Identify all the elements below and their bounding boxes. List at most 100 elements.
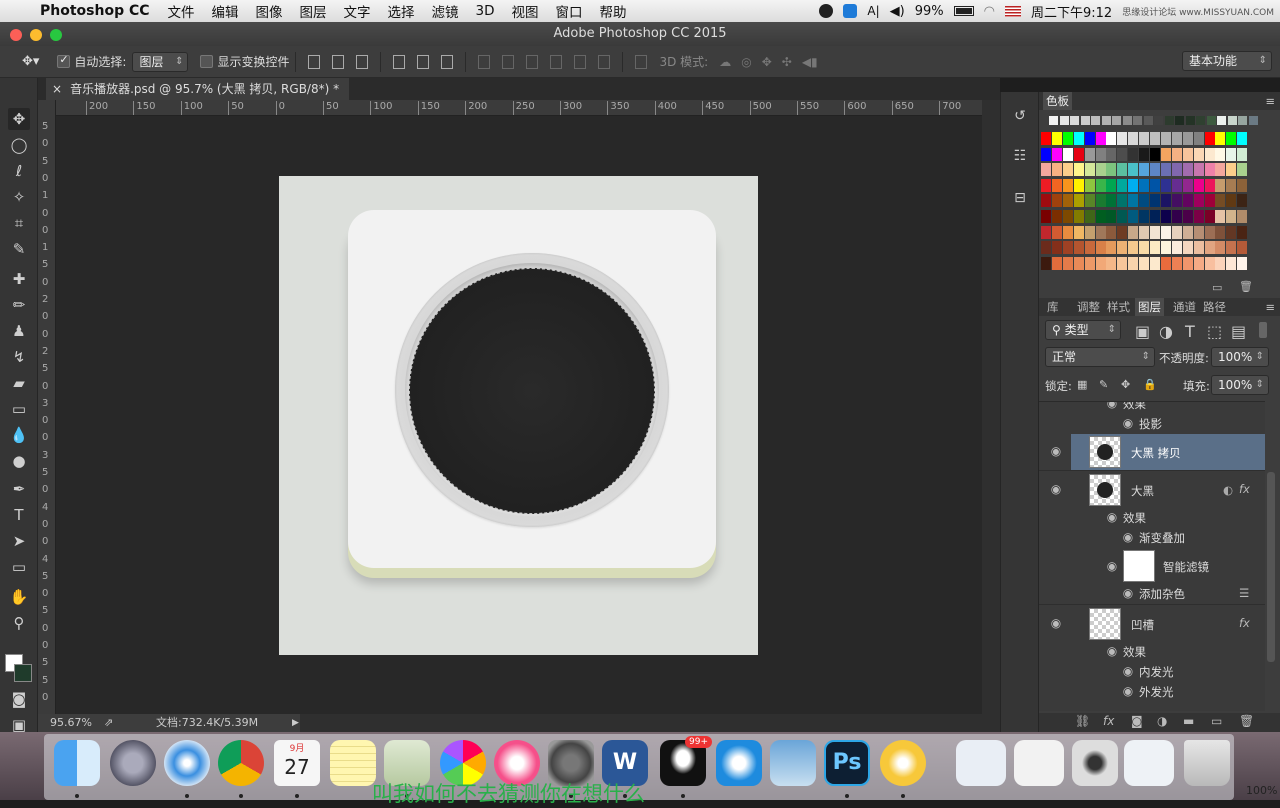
color-swatch[interactable] (1139, 241, 1150, 255)
color-swatch[interactable] (1150, 194, 1160, 208)
color-swatch[interactable] (1051, 178, 1062, 192)
color-swatch[interactable] (1182, 132, 1193, 145)
color-swatch[interactable] (1051, 225, 1062, 239)
menu-window[interactable]: 窗口 (556, 1, 583, 21)
color-swatch[interactable] (1073, 147, 1084, 161)
launchpad-icon[interactable] (110, 740, 156, 786)
filter-options-icon[interactable]: ☰ (1239, 586, 1249, 600)
color-swatch[interactable] (1095, 194, 1106, 208)
color-swatch[interactable] (1193, 241, 1204, 255)
color-swatch[interactable] (1106, 241, 1117, 255)
music-app-icon[interactable] (880, 740, 926, 786)
zoom-window-button[interactable] (50, 29, 62, 41)
color-swatch[interactable] (1106, 163, 1117, 177)
color-swatch[interactable] (1204, 178, 1215, 192)
color-swatch[interactable] (1150, 132, 1160, 145)
eye-icon[interactable]: ◉ (1121, 684, 1135, 698)
color-swatch[interactable] (1084, 210, 1095, 223)
color-swatch[interactable] (1150, 241, 1160, 255)
color-swatch[interactable] (1117, 147, 1128, 161)
color-swatch[interactable] (1051, 132, 1062, 145)
close-tab-icon[interactable]: × (52, 82, 62, 96)
status-app-icon[interactable] (819, 4, 834, 18)
notes-icon[interactable] (330, 740, 376, 786)
skype-icon[interactable] (843, 4, 858, 18)
fill-input[interactable]: 100% (1211, 375, 1269, 395)
vertical-ruler[interactable]: 5 0 5 0 1 0 0 1 5 0 2 0 0 2 5 0 3 0 0 3 5 0 4 0 0 4 5 0 5 0 0 5 5 0 (38, 100, 56, 714)
color-swatch[interactable] (1095, 178, 1106, 192)
color-swatch[interactable] (1117, 163, 1128, 177)
color-swatch[interactable] (1160, 194, 1171, 208)
layers-scrollbar[interactable] (1267, 472, 1275, 662)
color-swatch[interactable] (1193, 225, 1204, 239)
color-swatch[interactable] (1215, 256, 1226, 270)
align-hcenter-icon[interactable] (417, 54, 430, 69)
adjustment-layer-icon[interactable]: ◑ (1157, 714, 1167, 728)
tab-libraries[interactable]: 库 (1047, 298, 1059, 316)
layer-effects-row[interactable]: ◉ 效果 (1039, 508, 1265, 528)
gradient-tool-icon[interactable]: ▭ (8, 398, 30, 420)
align-top-icon[interactable] (308, 54, 321, 69)
color-swatch[interactable] (1171, 210, 1182, 223)
color-swatch[interactable] (1095, 132, 1106, 145)
new-swatch-icon[interactable]: ▭ (1212, 281, 1222, 294)
distribute-vcenter-icon[interactable] (502, 54, 515, 69)
color-swatch[interactable] (1041, 132, 1051, 145)
auto-select-checkbox[interactable] (57, 53, 71, 68)
color-swatch[interactable] (1237, 163, 1248, 177)
color-swatch[interactable] (1171, 147, 1182, 161)
color-swatch[interactable] (1237, 132, 1248, 145)
color-swatch[interactable] (1215, 225, 1226, 239)
menu-image[interactable]: 图像 (256, 1, 283, 21)
filter-adjustment-icon[interactable]: ◑ (1159, 322, 1173, 341)
calendar-icon[interactable]: 9月 27 (274, 740, 320, 786)
color-swatch[interactable] (1128, 147, 1139, 161)
pen-tool-icon[interactable]: ✒ (8, 478, 30, 500)
input-method-icon[interactable]: A| (867, 4, 879, 18)
wifi-icon[interactable]: ◠ (984, 4, 995, 19)
color-swatch[interactable] (1160, 241, 1171, 255)
color-swatch[interactable] (1095, 225, 1106, 239)
menu-filter[interactable]: 滤镜 (432, 1, 459, 21)
color-swatch[interactable] (1182, 194, 1193, 208)
color-swatch[interactable] (1160, 210, 1171, 223)
color-swatch[interactable] (1073, 241, 1084, 255)
move-tool-icon[interactable]: ✥ (8, 108, 30, 130)
menu-layer[interactable]: 图层 (300, 1, 327, 21)
color-swatch[interactable] (1215, 147, 1226, 161)
menu-edit[interactable]: 编辑 (212, 1, 239, 21)
3d-roll-icon[interactable]: ◎ (741, 55, 751, 69)
blur-tool-icon[interactable]: 💧 (8, 424, 30, 446)
color-swatch[interactable] (1182, 256, 1193, 270)
color-swatch[interactable] (1139, 163, 1150, 177)
minimize-window-button[interactable] (30, 29, 42, 41)
color-swatch[interactable] (1073, 163, 1084, 177)
color-swatch[interactable] (1128, 178, 1139, 192)
type-tool-icon[interactable]: T (8, 504, 30, 526)
quick-mask-icon[interactable]: ◙ (8, 688, 30, 710)
layer-name[interactable]: 大黑 (1131, 483, 1154, 499)
auto-select-dropdown[interactable]: 图层 (132, 51, 189, 72)
color-swatch[interactable] (1150, 163, 1160, 177)
color-swatch[interactable] (1171, 256, 1182, 270)
color-swatch[interactable] (1160, 225, 1171, 239)
distribute-top-icon[interactable] (478, 54, 491, 69)
eye-icon[interactable]: ◉ (1121, 530, 1135, 544)
chrome-icon[interactable] (218, 740, 264, 786)
color-swatch[interactable] (1084, 163, 1095, 177)
fx-badge[interactable]: fx (1239, 616, 1250, 630)
align-left-icon[interactable] (393, 54, 406, 69)
color-swatch[interactable] (1062, 256, 1073, 270)
eyedropper-tool-icon[interactable]: ✎ (8, 238, 30, 260)
new-layer-icon[interactable]: ▭ (1211, 714, 1222, 728)
tab-channels[interactable]: 通道 (1173, 298, 1196, 316)
smart-filter-row[interactable]: ◉ 智能滤镜 (1039, 548, 1265, 584)
3d-slide-icon[interactable]: ✣ (782, 55, 792, 69)
color-swatch[interactable] (1150, 225, 1160, 239)
color-swatch[interactable] (1204, 147, 1215, 161)
share-icon[interactable]: ⇗ (104, 714, 113, 732)
color-swatch[interactable] (1164, 116, 1174, 125)
color-swatch[interactable] (1051, 241, 1062, 255)
lock-position-icon[interactable]: ✥ (1121, 378, 1130, 391)
image-capture-icon[interactable] (770, 740, 816, 786)
